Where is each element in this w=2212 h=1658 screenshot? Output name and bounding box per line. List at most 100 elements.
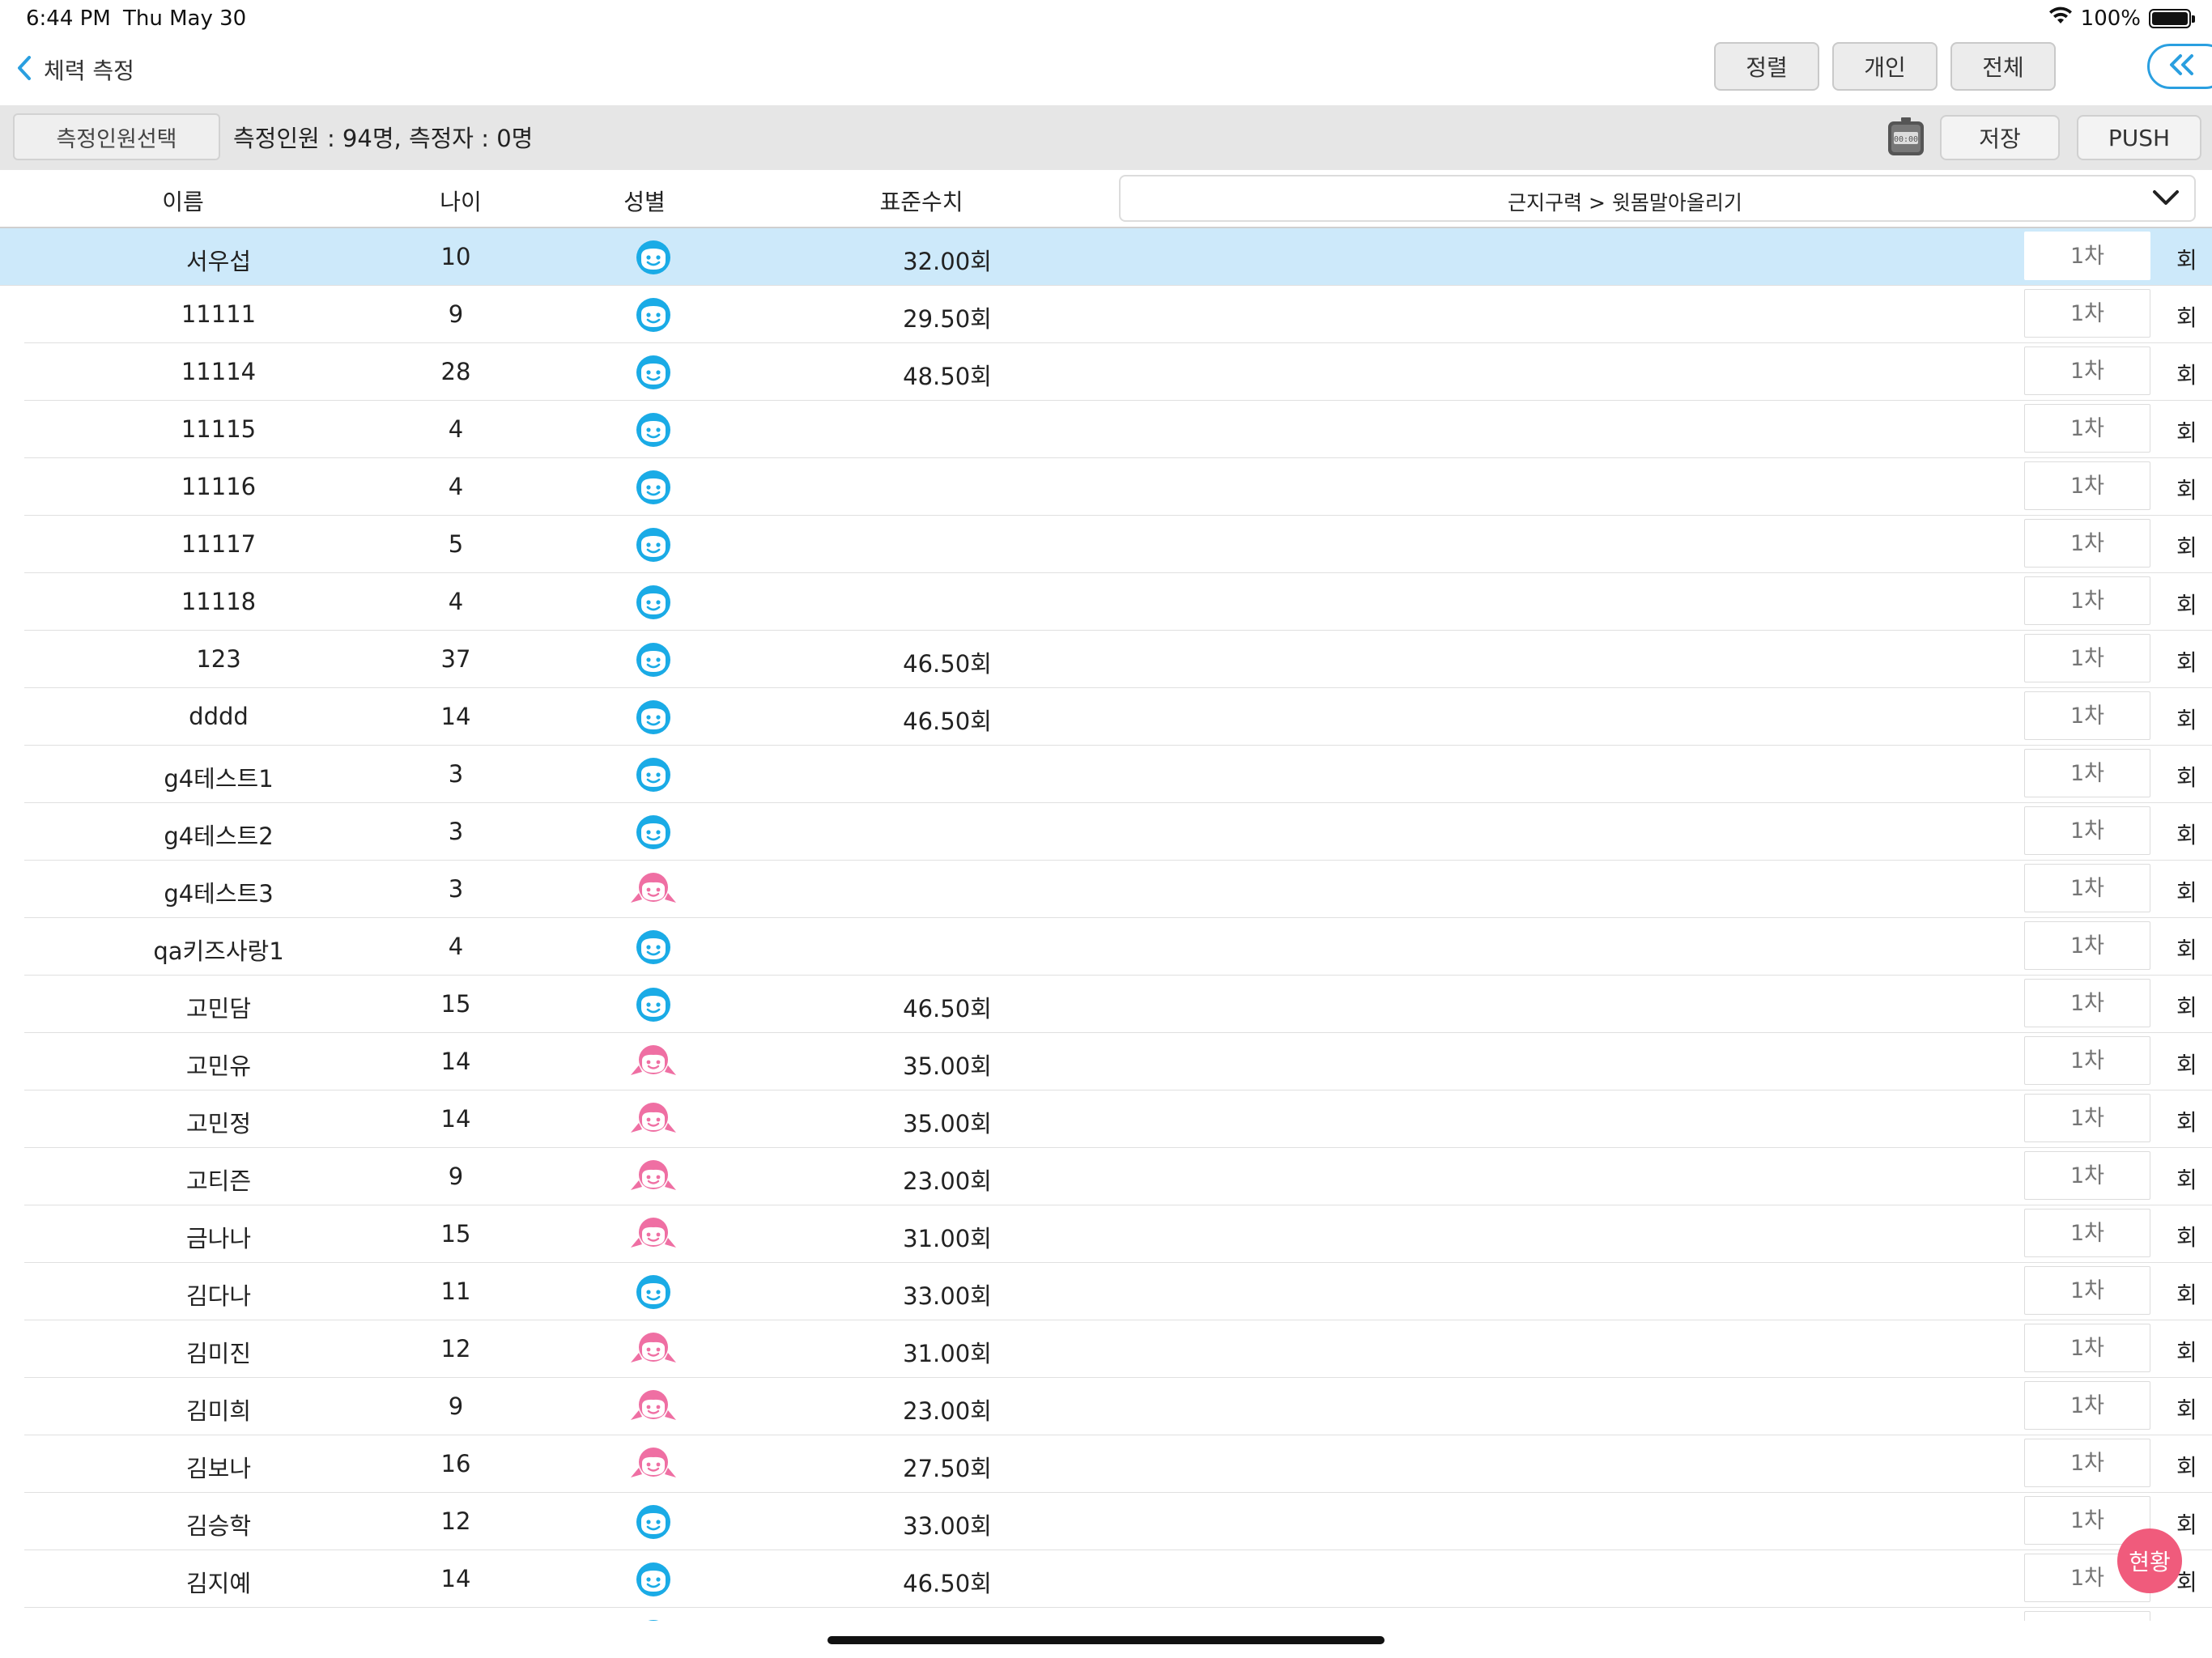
table-row[interactable]: 11116 4 회 [24, 458, 2212, 516]
member-age: 4 [448, 473, 464, 500]
round-1-input[interactable] [2024, 1611, 2150, 1621]
table-row[interactable]: 11111 9 29.50회 회 [24, 286, 2212, 343]
table-row[interactable]: 김다나 11 33.00회 회 [24, 1263, 2212, 1320]
table-row[interactable]: qa키즈사랑1 4 회 [24, 918, 2212, 976]
unit-label: 회 [2176, 1282, 2197, 1308]
round-1-input[interactable] [2024, 921, 2150, 970]
table-row[interactable]: 11114 28 48.50회 회 [24, 343, 2212, 401]
member-standard-value: 33.00회 [903, 1512, 992, 1540]
member-age: 28 [440, 358, 471, 385]
round-1-input[interactable] [2024, 289, 2150, 338]
round-1-input[interactable] [2024, 1209, 2150, 1257]
svg-text:00:00: 00:00 [1894, 135, 1918, 144]
round-1-input[interactable] [2024, 404, 2150, 453]
member-age: 9 [448, 1392, 464, 1420]
sort-button[interactable]: 정렬 [1714, 42, 1819, 91]
table-row[interactable]: 고민담 15 46.50회 회 [24, 976, 2212, 1033]
table-row[interactable]: 11118 4 회 [24, 573, 2212, 631]
toolbar: 측정인원선택 측정인원 : 94명, 측정자 : 0명 00:00 저장 PUS… [0, 105, 2212, 170]
round-1-input[interactable] [2024, 691, 2150, 740]
push-button[interactable]: PUSH [2077, 115, 2201, 160]
unit-label: 회 [2176, 362, 2197, 389]
member-age: 15 [440, 990, 471, 1018]
category-select[interactable]: 근지구력 > 윗몸말아올리기 [1119, 175, 2196, 222]
member-standard-value: 33.00회 [903, 1282, 992, 1310]
stopwatch-icon[interactable]: 00:00 [1887, 117, 1925, 157]
round-1-input[interactable] [2024, 1381, 2150, 1430]
round-1-input[interactable] [2024, 461, 2150, 510]
round-1-input[interactable] [2024, 749, 2150, 797]
table-row[interactable]: 서우섭 10 32.00회 회 [0, 228, 2212, 286]
table-row[interactable]: 김승학 12 33.00회 회 [24, 1493, 2212, 1550]
table-row[interactable]: 고티즌 9 23.00회 회 [24, 1148, 2212, 1205]
table-row[interactable]: 김미희 9 23.00회 회 [24, 1378, 2212, 1435]
member-age: 12 [440, 1507, 471, 1535]
status-indicators: 100% [2048, 5, 2195, 32]
member-name: 금나나 [185, 1225, 252, 1252]
female-icon [629, 1215, 676, 1254]
member-name: qa키즈사랑1 [153, 937, 284, 965]
member-standard-value: 32.00회 [903, 248, 992, 275]
table-row[interactable]: 김태원10 32.00회회 [24, 1608, 2212, 1621]
member-age: 4 [448, 933, 464, 960]
back-button[interactable]: 체력 측정 [16, 52, 134, 87]
individual-button[interactable]: 개인 [1832, 42, 1938, 91]
round-1-input[interactable] [2024, 576, 2150, 625]
round-1-input[interactable] [2024, 1094, 2150, 1142]
status-fab-button[interactable]: 현황 [2117, 1528, 2182, 1593]
table-row[interactable]: 11117 5 회 [24, 516, 2212, 573]
member-standard-value: 31.00회 [903, 1225, 992, 1252]
round-1-input[interactable] [2024, 519, 2150, 568]
round-1-input[interactable] [2024, 979, 2150, 1027]
unit-label: 회 [2176, 592, 2197, 619]
round-1-input[interactable] [2024, 864, 2150, 912]
table-row[interactable]: 123 37 46.50회 회 [24, 631, 2212, 688]
member-age: 9 [448, 300, 464, 328]
round-1-input[interactable] [2024, 1324, 2150, 1372]
member-standard-value: 46.50회 [903, 708, 992, 735]
table-row[interactable]: g4테스트2 3 회 [24, 803, 2212, 861]
female-icon [629, 870, 676, 909]
unit-label: 회 [2176, 1052, 2197, 1078]
chevron-left-icon [16, 55, 32, 84]
collapse-button[interactable] [2147, 44, 2212, 89]
round-1-input[interactable] [2024, 1151, 2150, 1200]
column-name: 이름 [162, 189, 204, 215]
table-row[interactable]: g4테스트1 3 회 [24, 746, 2212, 803]
round-1-input[interactable] [2024, 1266, 2150, 1315]
double-chevron-left-icon [2167, 53, 2195, 79]
round-1-input[interactable] [2024, 806, 2150, 855]
table-row[interactable]: g4테스트3 3 회 [24, 861, 2212, 918]
status-bar: 6:44 PM Thu May 30 100% [0, 0, 2212, 37]
round-1-input[interactable] [2024, 1036, 2150, 1085]
table-row[interactable]: 김미진 12 31.00회 회 [24, 1320, 2212, 1378]
unit-label: 회 [2176, 937, 2197, 963]
save-button[interactable]: 저장 [1940, 115, 2060, 160]
round-1-input[interactable] [2024, 346, 2150, 395]
member-age: 14 [440, 703, 471, 730]
table-row[interactable]: 금나나 15 31.00회 회 [24, 1205, 2212, 1263]
all-button[interactable]: 전체 [1950, 42, 2056, 91]
round-1-input[interactable] [2024, 634, 2150, 682]
unit-label: 회 [2176, 477, 2197, 504]
male-icon [633, 410, 674, 449]
round-1-input[interactable] [2024, 1439, 2150, 1487]
member-name: 11115 [181, 415, 257, 443]
male-icon [633, 353, 674, 392]
female-icon [629, 1100, 676, 1139]
table-row[interactable]: 고민유 14 35.00회 회 [24, 1033, 2212, 1090]
member-name: 123 [196, 645, 241, 673]
status-time: 6:44 PM [26, 6, 111, 31]
table-row[interactable]: 11115 4 회 [24, 401, 2212, 458]
member-standard-value: 35.00회 [903, 1110, 992, 1137]
member-age: 3 [448, 760, 464, 788]
table-row[interactable]: 김지예14 46.50회회 [24, 1550, 2212, 1608]
round-1-input[interactable] [2024, 232, 2150, 280]
member-standard-value: 31.00회 [903, 1340, 992, 1367]
table-row[interactable]: dddd 14 46.50회 회 [24, 688, 2212, 746]
table-row[interactable]: 김보나 16 27.50회 회 [24, 1435, 2212, 1493]
member-age: 12 [440, 1335, 471, 1363]
table-row[interactable]: 고민정 14 35.00회 회 [24, 1090, 2212, 1148]
select-members-button[interactable]: 측정인원선택 [13, 113, 220, 160]
home-indicator [827, 1636, 1385, 1644]
